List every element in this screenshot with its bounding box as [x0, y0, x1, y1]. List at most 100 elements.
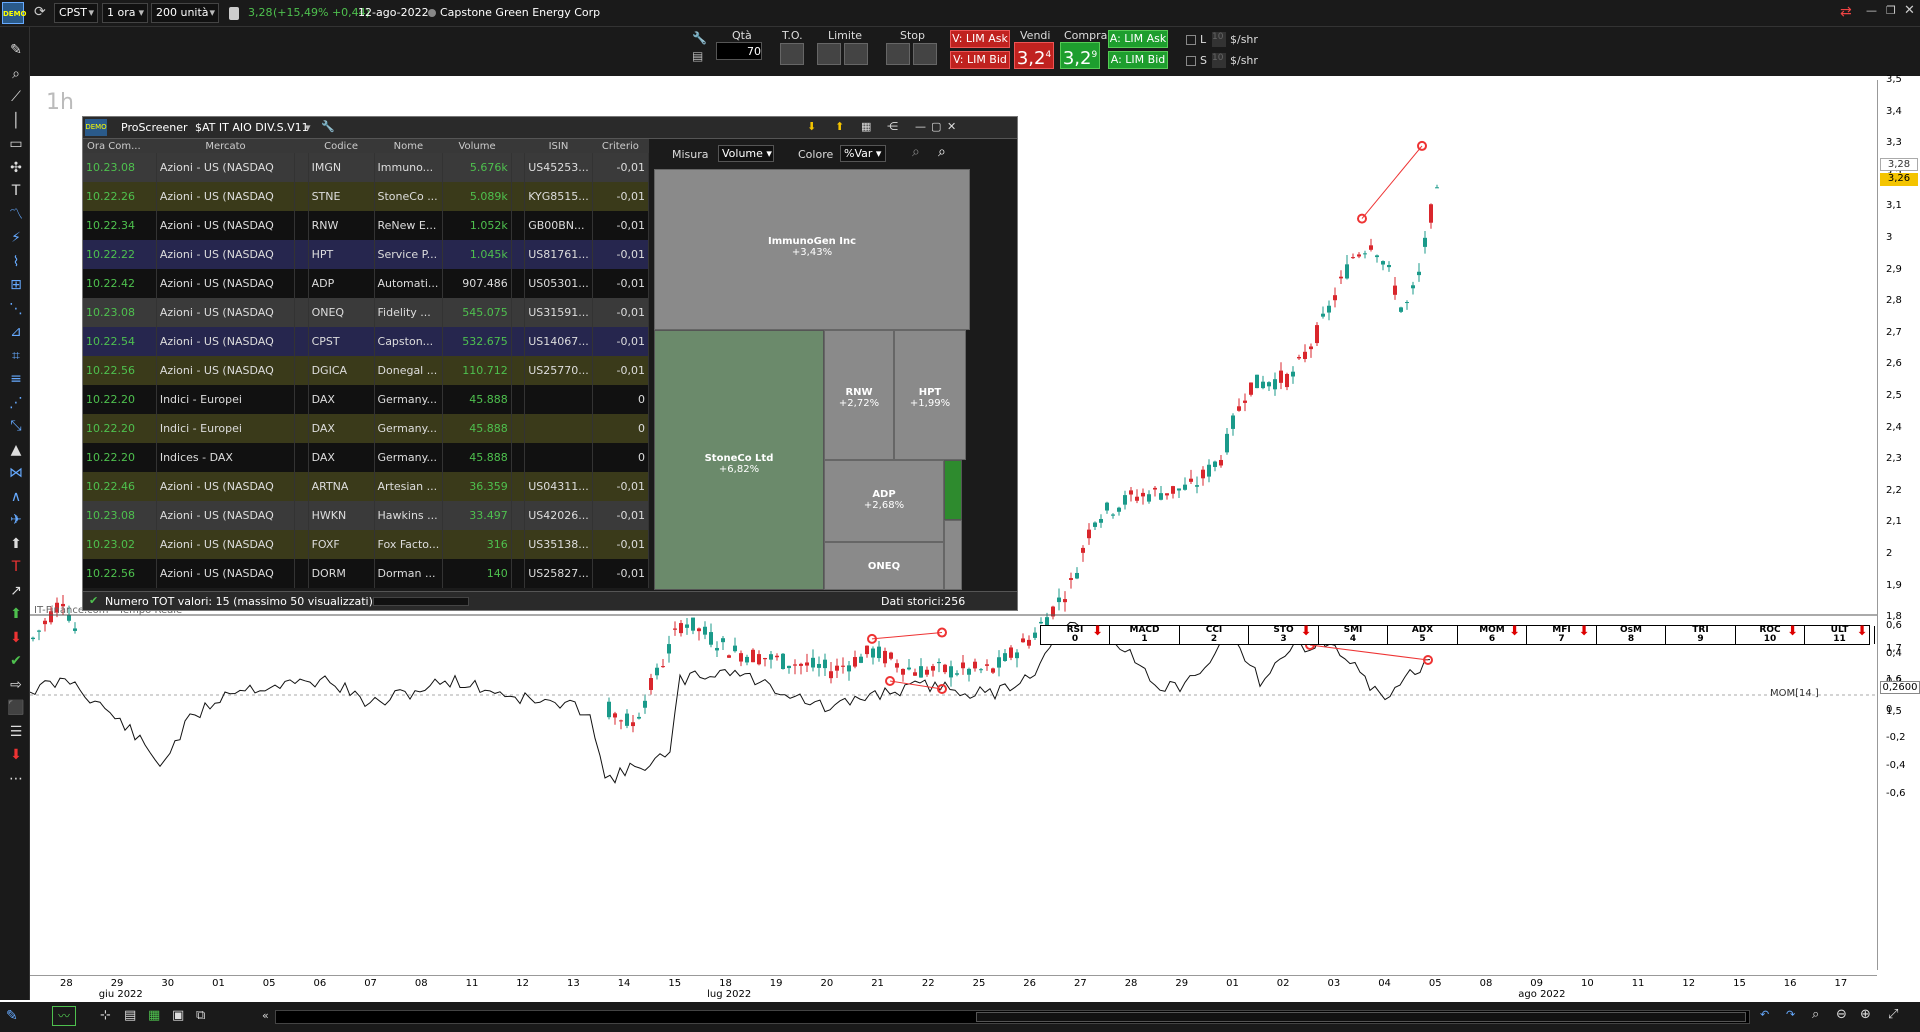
- price-axis[interactable]: 3,53,43,33,23,132,92,82,72,62,52,42,32,2…: [1877, 74, 1920, 970]
- indicator-cci[interactable]: CCI 2: [1180, 626, 1249, 644]
- scroll-left-icon[interactable]: «: [262, 1009, 269, 1022]
- plane-icon[interactable]: ✈: [7, 511, 25, 529]
- misura-select[interactable]: Volume ▾: [718, 145, 774, 162]
- list-dropdown-icon[interactable]: ▾: [305, 121, 311, 134]
- treemap-imgn[interactable]: ImmunoGen Inc +3,43%: [654, 169, 970, 330]
- zoom-out-icon[interactable]: ⌕: [912, 144, 920, 160]
- zoom-in-icon[interactable]: ⊕: [1860, 1007, 1871, 1022]
- grid-icon[interactable]: ⊞: [7, 276, 25, 294]
- table-icon[interactable]: ▣: [172, 1008, 184, 1023]
- maximize-icon[interactable]: ❐: [1886, 4, 1896, 17]
- peak-icon[interactable]: ∧: [7, 488, 25, 506]
- screener-list-select[interactable]: $AT IT AIO DIV.S.V11: [195, 121, 309, 134]
- wrench-icon[interactable]: 🔧: [321, 120, 335, 133]
- more-icon[interactable]: ⋯: [7, 770, 25, 788]
- zap-icon[interactable]: ⚡: [7, 229, 25, 247]
- grid-icon[interactable]: ▦: [148, 1008, 160, 1023]
- check-icon[interactable]: ✔: [7, 652, 25, 670]
- time-axis[interactable]: 28 29 giu 2022 30 01 05 06 07 08 11 12 13 14 15 18 lug …: [30, 975, 1877, 1002]
- treemap-hpt[interactable]: HPT +1,99%: [894, 330, 966, 460]
- wave-icon[interactable]: 〽: [7, 206, 25, 224]
- indicator-tri[interactable]: TRI 9: [1667, 626, 1736, 644]
- trend-icon[interactable]: ⋰: [7, 394, 25, 412]
- minimize-icon[interactable]: —: [1866, 4, 1877, 17]
- treemap-stne[interactable]: StoneCo Ltd +6,82%: [654, 330, 824, 590]
- table-row[interactable]: 10.22.26 Azioni - US (NASDAQ STNE StoneCo .…: [83, 182, 649, 211]
- chart-type-icon[interactable]: 〰: [52, 1006, 76, 1026]
- triangle-icon[interactable]: ⊿: [7, 323, 25, 341]
- a-lim-bid-button[interactable]: A: LIM Bid: [1108, 51, 1168, 69]
- red-down-icon[interactable]: ⬇: [7, 629, 25, 647]
- arrow-up-icon[interactable]: ⬆: [7, 535, 25, 553]
- stop-buy-button[interactable]: [913, 43, 937, 65]
- maximize-icon[interactable]: ▢: [931, 120, 941, 133]
- stop-sell-button[interactable]: [886, 43, 910, 65]
- table-row[interactable]: 10.22.22 Azioni - US (NASDAQ HPT Service P.…: [83, 240, 649, 269]
- treemap-adp[interactable]: ADP +2,68%: [824, 460, 944, 542]
- screener-titlebar[interactable]: DEMO ProScreener $AT IT AIO DIV.S.V11 ▾ …: [83, 117, 1017, 139]
- table-row[interactable]: 10.23.08 Azioni - US (NASDAQ IMGN Immuno...…: [83, 153, 649, 182]
- treemap-oneq[interactable]: ONEQ: [824, 542, 944, 590]
- redo-icon[interactable]: ↷: [1786, 1008, 1795, 1021]
- sell-button[interactable]: 3,24: [1014, 42, 1054, 69]
- search-icon[interactable]: ⌕: [7, 65, 25, 83]
- refresh-icon[interactable]: ⟳: [34, 4, 50, 22]
- minimize-icon[interactable]: —: [915, 120, 926, 133]
- table-row[interactable]: 10.22.46 Azioni - US (NASDAQ ARTNA Artesian…: [83, 472, 649, 501]
- list-icon[interactable]: ▤: [124, 1008, 136, 1023]
- undo-icon[interactable]: ↶: [1760, 1008, 1769, 1021]
- down-icon[interactable]: ⬇: [7, 746, 25, 764]
- zoom-in-icon[interactable]: ⌕: [938, 144, 946, 160]
- sync-icon[interactable]: ⇄: [1840, 4, 1852, 20]
- col-name[interactable]: Nome: [374, 139, 443, 153]
- text-red-icon[interactable]: T: [7, 558, 25, 576]
- qty-input[interactable]: [716, 42, 762, 60]
- treemap-rnw[interactable]: RNW +2,72%: [824, 330, 894, 460]
- col-market[interactable]: Mercato: [156, 139, 294, 153]
- limit-buy-button[interactable]: [844, 43, 868, 65]
- indicator-mom[interactable]: MOM 6 ⬇: [1458, 625, 1527, 644]
- indicator-adx[interactable]: ADX 5: [1389, 626, 1458, 644]
- download-icon[interactable]: ⬇: [807, 120, 816, 133]
- scrollbar[interactable]: [275, 1010, 1750, 1024]
- indicator-osm[interactable]: OsM 8: [1597, 626, 1666, 644]
- col-criterion[interactable]: Criterio: [592, 139, 648, 153]
- v-lim-bid-button[interactable]: V: LIM Bid: [950, 51, 1010, 69]
- v-lim-ask-button[interactable]: V: LIM Ask: [950, 30, 1010, 48]
- table-row[interactable]: 10.22.20 Indici - Europei DAX Germany... 45.…: [83, 414, 649, 443]
- close-icon[interactable]: ✕: [947, 120, 956, 133]
- buy-button[interactable]: 3,29: [1060, 42, 1100, 69]
- wrench-icon[interactable]: 🔧: [692, 31, 710, 45]
- table-row[interactable]: 10.22.54 Azioni - US (NASDAQ CPST Capston..…: [83, 327, 649, 356]
- indicator-ult[interactable]: ULT 11 ⬇: [1806, 625, 1875, 644]
- channel-icon[interactable]: ⌗: [7, 347, 25, 365]
- col-flag[interactable]: [295, 139, 308, 153]
- share-icon[interactable]: ⋲: [887, 120, 898, 133]
- cursor-icon[interactable]: ⊹: [100, 1008, 111, 1023]
- col-icon[interactable]: [511, 139, 524, 153]
- table-row[interactable]: 10.23.08 Azioni - US (NASDAQ ONEQ Fidelity …: [83, 298, 649, 327]
- scrollbar-thumb[interactable]: [976, 1012, 1746, 1022]
- pencil-icon[interactable]: ✎: [7, 41, 25, 59]
- block-icon[interactable]: ⬛: [7, 699, 25, 717]
- indicator-mfi[interactable]: MFI 7 ⬇: [1528, 625, 1597, 644]
- arrow-icon[interactable]: ⤡: [7, 417, 25, 435]
- zoom-fit-icon[interactable]: ⌕: [1812, 1007, 1819, 1022]
- l-value[interactable]: 10: [1212, 32, 1226, 47]
- proscreener-window[interactable]: DEMO ProScreener $AT IT AIO DIV.S.V11 ▾ …: [82, 116, 1018, 611]
- units-select[interactable]: 200 unità: [151, 3, 219, 23]
- table-row[interactable]: 10.22.20 Indici - Europei DAX Germany... 45.…: [83, 385, 649, 414]
- print-icon[interactable]: ▤: [692, 49, 710, 63]
- window-icon[interactable]: ⧉: [196, 1008, 205, 1023]
- pen-icon[interactable]: ✎: [6, 1008, 18, 1024]
- treemap-small-green[interactable]: [944, 460, 962, 520]
- close-icon[interactable]: ✕: [1904, 3, 1915, 18]
- indicator-macd[interactable]: MACD 1: [1111, 626, 1180, 644]
- indicator-sto[interactable]: STO 3 ⬇: [1250, 625, 1319, 644]
- table-row[interactable]: 10.22.34 Azioni - US (NASDAQ RNW ReNew E...…: [83, 211, 649, 240]
- line-icon[interactable]: ⟋: [7, 88, 25, 106]
- arrow-right-icon[interactable]: ⇨: [7, 676, 25, 694]
- indicator-smi[interactable]: SMI 4: [1319, 626, 1388, 644]
- table-row[interactable]: 10.22.56 Azioni - US (NASDAQ DORM Dorman ..…: [83, 559, 649, 588]
- table-row[interactable]: 10.23.02 Azioni - US (NASDAQ FOXF Fox Facto…: [83, 530, 649, 559]
